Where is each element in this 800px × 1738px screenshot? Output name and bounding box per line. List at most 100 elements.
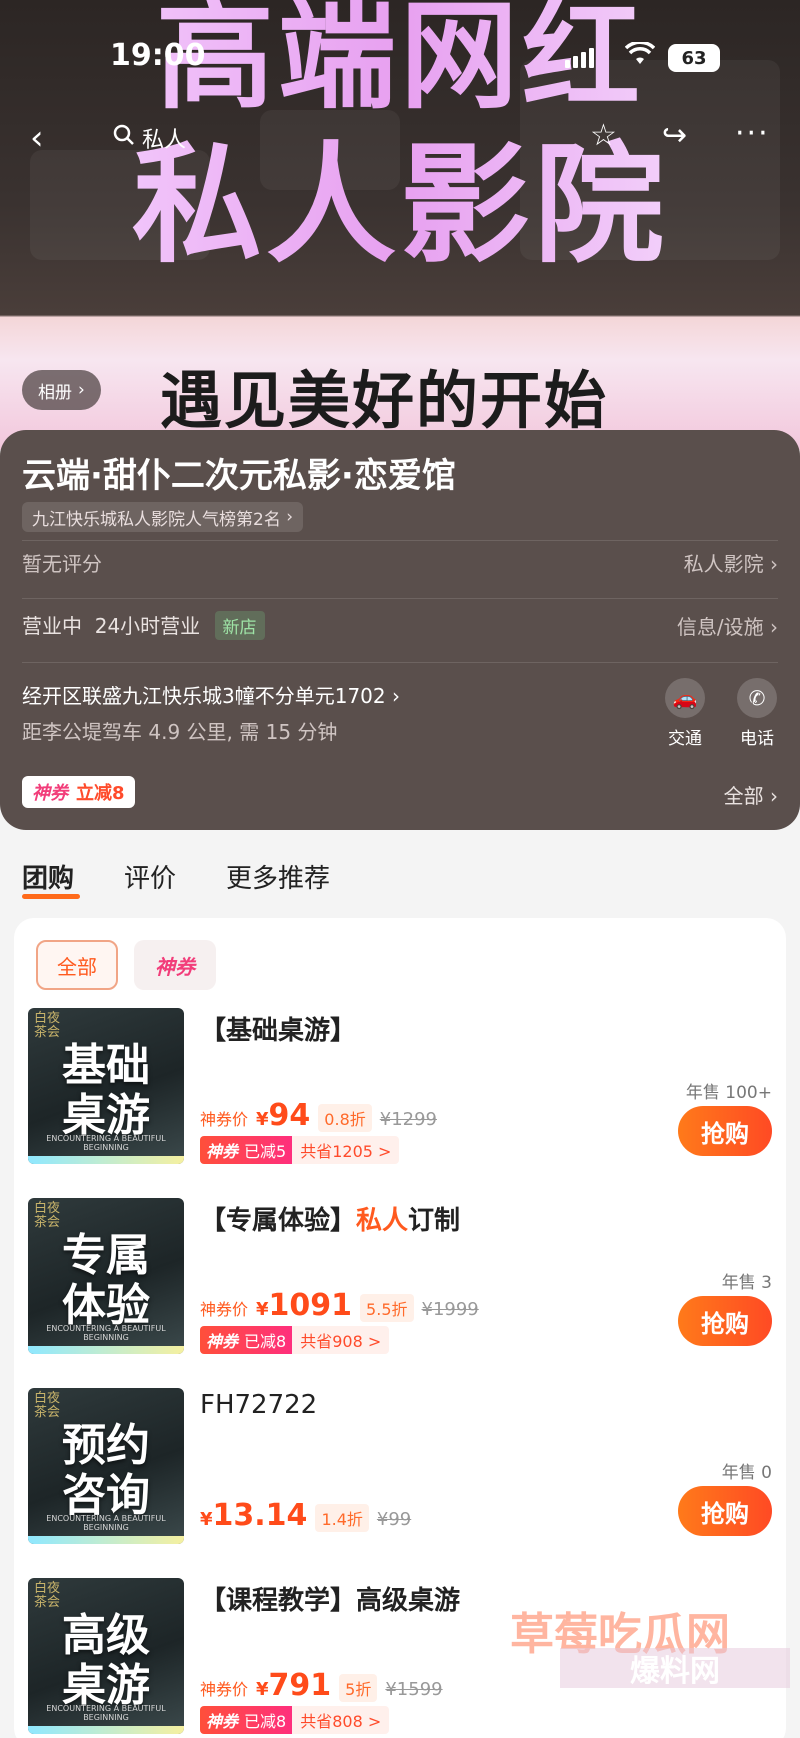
coupon-tag-brand: 神券 xyxy=(206,1142,239,1161)
traffic-button[interactable]: 🚗 交通 xyxy=(660,678,710,749)
thumb-caption: ENCOUNTERING A BEAUTIFUL BEGINNING xyxy=(46,1514,166,1532)
traffic-label: 交通 xyxy=(668,729,702,749)
coupon-tag-brand: 神券 xyxy=(206,1712,239,1731)
saving-tags[interactable]: 神券 已减8 共省908 > xyxy=(200,1326,390,1354)
thumb-brand: 白夜茶会 xyxy=(34,1201,61,1230)
coupon-text: 立减8 xyxy=(76,783,125,804)
tab-reviews[interactable]: 评价 xyxy=(124,858,176,895)
saving-tag: 共省808 > xyxy=(292,1706,390,1734)
deal-title: 【基础桌游】 xyxy=(200,1010,356,1047)
category-link[interactable]: 私人影院 › xyxy=(684,548,778,577)
buy-button[interactable]: 抢购 xyxy=(678,1486,772,1536)
hero-slogan: 遇见美好的开始 xyxy=(160,364,609,437)
thumb-brand: 白夜茶会 xyxy=(34,1011,61,1040)
original-price: ¥1299 xyxy=(379,1109,438,1130)
divider xyxy=(22,540,778,541)
chevron-right-icon: › xyxy=(280,507,294,527)
deal-title-text: FH72722 xyxy=(200,1390,318,1420)
rank-badge[interactable]: 九江快乐城私人影院人气榜第2名 › xyxy=(22,502,304,532)
thumb-text: 体验 xyxy=(62,1280,150,1331)
top-nav: ‹ 私人 ☆ ↪ ··· xyxy=(0,116,800,158)
thumb-text: 桌游 xyxy=(62,1090,150,1141)
album-button[interactable]: 相册 › xyxy=(22,370,101,410)
open-status: 营业中 xyxy=(22,614,82,638)
status-bar: 19:00 63 xyxy=(0,30,800,80)
rating-row[interactable]: 暂无评分 私人影院 › xyxy=(22,548,778,577)
search-box[interactable]: 私人 xyxy=(112,122,186,154)
buy-button[interactable]: 抢购 xyxy=(678,1106,772,1156)
back-icon[interactable]: ‹ xyxy=(30,118,44,158)
phone-button[interactable]: ✆ 电话 xyxy=(732,678,782,749)
annual-sales: 年售 100+ xyxy=(685,1083,772,1103)
deal-item[interactable]: 白夜茶会 专属 体验 ENCOUNTERING A BEAUTIFUL BEGI… xyxy=(14,1198,786,1358)
car-icon: 🚗 xyxy=(665,678,705,718)
shop-info-card: 云端·甜仆二次元私影·恋爱馆 九江快乐城私人影院人气榜第2名 › 暂无评分 私人… xyxy=(0,430,800,830)
facility-text: 信息/设施 xyxy=(676,614,764,639)
deal-title-text: 【专属体验】 xyxy=(200,1206,357,1236)
saving-tag: 共省1205 > xyxy=(292,1136,400,1164)
more-icon[interactable]: ··· xyxy=(735,116,770,151)
price: ¥94 xyxy=(256,1098,311,1133)
deal-title: FH72722 xyxy=(200,1390,317,1420)
hours-info: 营业中 24小时营业 新店 xyxy=(22,610,265,640)
address-text: 经开区联盛九江快乐城3幢不分单元1702 xyxy=(22,684,386,708)
app-screen: 高端网红 私人影院 遇见美好的开始 相册 › 19:00 63 ‹ 私人 ☆ ↪… xyxy=(0,0,800,1738)
thumb-caption: ENCOUNTERING A BEAUTIFUL BEGINNING xyxy=(46,1704,166,1722)
thumb-text: 专属 xyxy=(62,1230,150,1281)
original-price: ¥1999 xyxy=(421,1299,479,1320)
rating-text: 暂无评分 xyxy=(22,552,102,576)
rank-text: 九江快乐城私人影院人气榜第2名 xyxy=(32,509,281,530)
thumb-caption: ENCOUNTERING A BEAUTIFUL BEGINNING xyxy=(46,1324,166,1342)
all-coupons-link[interactable]: 全部 › xyxy=(724,780,778,809)
wifi-icon xyxy=(624,40,656,73)
album-label: 相册 xyxy=(38,382,72,403)
address-link[interactable]: 经开区联盛九江快乐城3幢不分单元1702 › xyxy=(22,680,400,709)
favorite-star-icon[interactable]: ☆ xyxy=(590,118,617,153)
tab-group-buy[interactable]: 团购 xyxy=(22,858,74,895)
price-label: 神券价 xyxy=(200,1680,249,1699)
deal-thumbnail: 白夜茶会 高级 桌游 ENCOUNTERING A BEAUTIFUL BEGI… xyxy=(28,1578,184,1734)
coupon-badge[interactable]: 神券 立减8 xyxy=(22,776,135,808)
thumb-strip xyxy=(28,1346,184,1354)
discount-badge: 0.8折 xyxy=(318,1104,372,1132)
deal-title-highlight: 私人 xyxy=(356,1206,409,1236)
search-text: 私人 xyxy=(142,128,187,153)
buy-button[interactable]: 抢购 xyxy=(678,1296,772,1346)
coupon-brand: 神券 xyxy=(32,783,68,804)
saving-tags[interactable]: 神券 已减8 共省808 > xyxy=(200,1706,390,1734)
filter-shen-coupon[interactable]: 神券 xyxy=(134,940,216,990)
status-time: 19:00 xyxy=(110,38,206,73)
price-line: 神券价 ¥791 5折 ¥1599 xyxy=(200,1668,443,1703)
thumb-text: 桌游 xyxy=(62,1660,150,1711)
tab-more-recommend[interactable]: 更多推荐 xyxy=(226,858,330,895)
saving-tags[interactable]: 神券 已减5 共省1205 > xyxy=(200,1136,400,1164)
facility-link[interactable]: 信息/设施 › xyxy=(677,611,778,640)
deal-item[interactable]: 白夜茶会 基础 桌游 ENCOUNTERING A BEAUTIFUL BEGI… xyxy=(14,1008,786,1168)
discount-badge: 1.4折 xyxy=(315,1504,369,1532)
price-value: 94 xyxy=(268,1098,311,1133)
thumb-caption: ENCOUNTERING A BEAUTIFUL BEGINNING xyxy=(46,1134,166,1152)
new-shop-badge: 新店 xyxy=(214,611,265,640)
discount-badge: 5折 xyxy=(339,1674,378,1702)
coupon-tag-amount: 已减5 xyxy=(244,1142,287,1161)
deal-thumbnail: 白夜茶会 专属 体验 ENCOUNTERING A BEAUTIFUL BEGI… xyxy=(28,1198,184,1354)
share-icon[interactable]: ↪ xyxy=(662,118,687,153)
phone-label: 电话 xyxy=(740,729,774,749)
divider xyxy=(22,662,778,663)
original-price: ¥1599 xyxy=(385,1679,443,1700)
thumb-text: 高级 xyxy=(62,1610,150,1661)
thumb-strip xyxy=(28,1536,184,1544)
original-price: ¥99 xyxy=(376,1509,412,1530)
price-value: 13.14 xyxy=(212,1498,308,1533)
coupon-tag-brand: 神券 xyxy=(206,1332,239,1351)
shop-name: 云端·甜仆二次元私影·恋爱馆 xyxy=(22,456,456,496)
distance-text: 距李公堤驾车 4.9 公里, 需 15 分钟 xyxy=(22,720,338,744)
deal-item[interactable]: 白夜茶会 预约 咨询 ENCOUNTERING A BEAUTIFUL BEGI… xyxy=(14,1388,786,1548)
hours-row[interactable]: 营业中 24小时营业 新店 信息/设施 › xyxy=(22,610,778,640)
price: ¥1091 xyxy=(256,1288,353,1323)
filter-all[interactable]: 全部 xyxy=(36,940,118,990)
deal-title-text: 【课程教学】高级桌游 xyxy=(200,1586,461,1616)
price-line: 神券价 ¥94 0.8折 ¥1299 xyxy=(200,1098,437,1133)
annual-sales: 年售 0 xyxy=(721,1463,772,1483)
price-value: 1091 xyxy=(268,1288,353,1323)
